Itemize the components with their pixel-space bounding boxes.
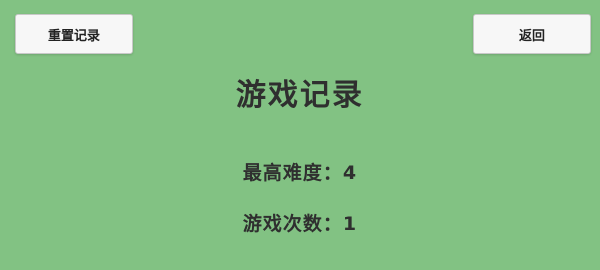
stat-label: 游戏次数：	[242, 213, 343, 235]
stat-value: 1	[342, 213, 358, 235]
stat-label: 最高难度：	[242, 162, 343, 184]
reset-record-label: 重置记录	[47, 28, 100, 44]
reset-record-button[interactable]: 重置记录	[15, 14, 133, 54]
stat-games-played: 游戏次数：1	[0, 209, 600, 236]
page-title: 游戏记录	[236, 78, 364, 113]
stat-value: 4	[342, 162, 358, 184]
back-label: 返回	[518, 28, 545, 44]
stat-highest-difficulty: 最高难度：4	[0, 158, 600, 185]
back-button[interactable]: 返回	[473, 14, 591, 54]
game-record-screen: 重置记录 返回 游戏记录 最高难度：4 游戏次数：1	[0, 0, 600, 270]
